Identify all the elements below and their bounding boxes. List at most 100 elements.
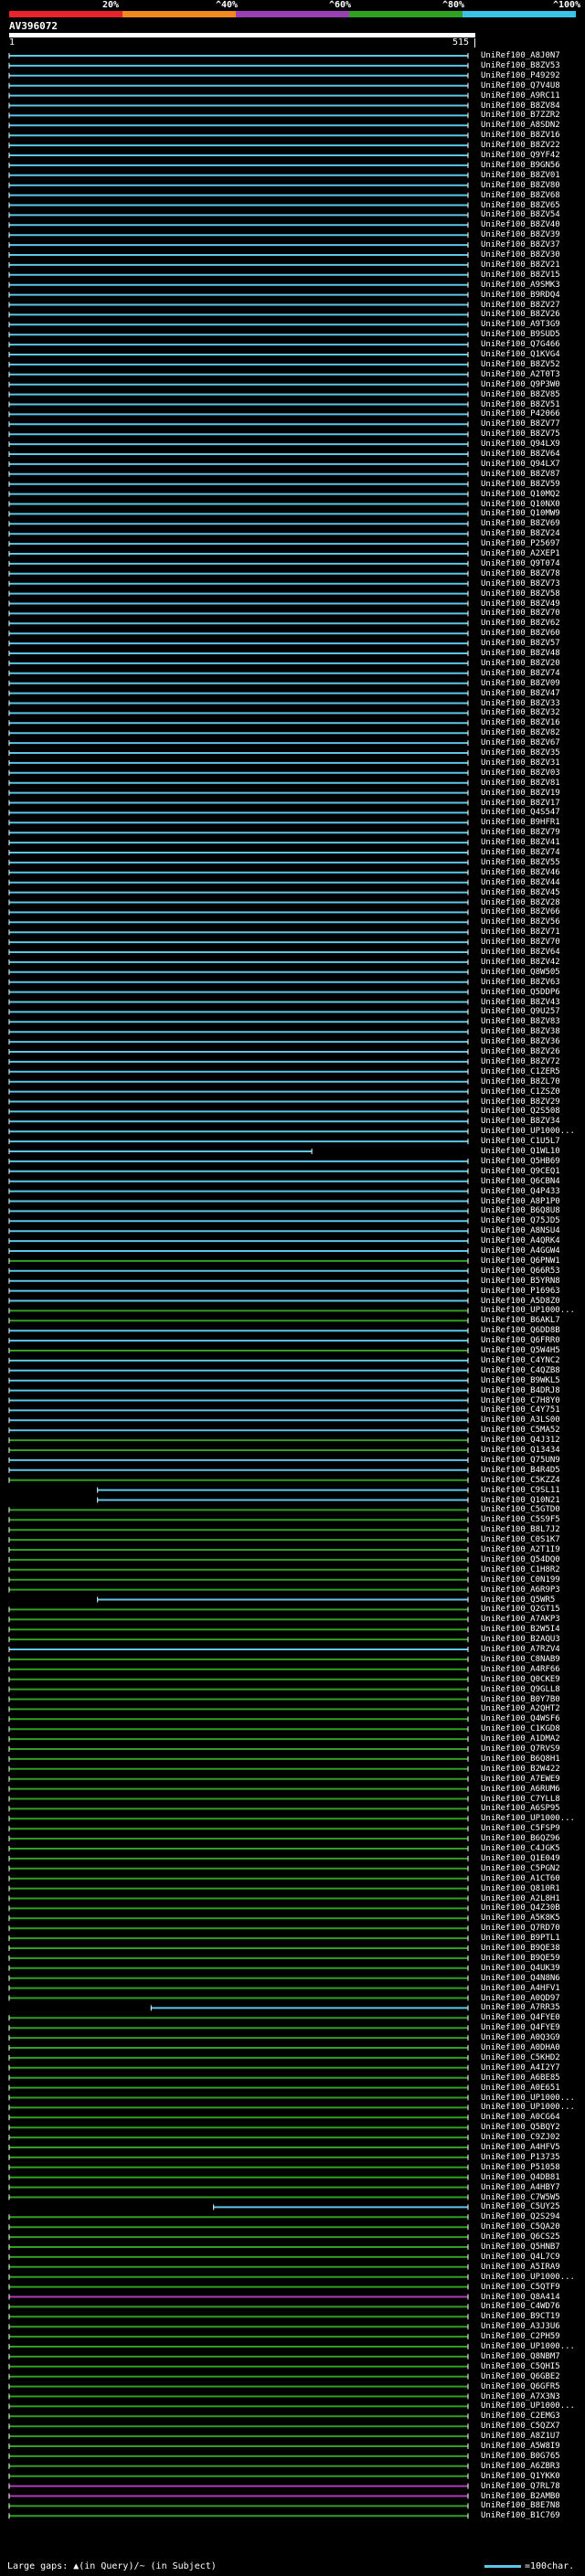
hit-label[interactable]: UniRef100_A8Z1U7 [481, 2432, 560, 2441]
hit-label[interactable]: UniRef100_C1ZSZ0 [481, 1087, 560, 1097]
hit-label[interactable]: UniRef100_B8ZV71 [481, 928, 560, 937]
hit-label[interactable]: UniRef100_Q1KVG4 [481, 350, 560, 359]
hit-label[interactable]: UniRef100_C5GTD0 [481, 1505, 560, 1514]
hit-label[interactable]: UniRef100_A4QRK4 [481, 1236, 560, 1246]
hit-label[interactable]: UniRef100_C4YNC2 [481, 1356, 560, 1365]
hit-label[interactable]: UniRef100_C5QZX7 [481, 2422, 560, 2431]
hit-label[interactable]: UniRef100_A5IRA9 [481, 2263, 560, 2272]
hit-label[interactable]: UniRef100_A0DHA0 [481, 2043, 560, 2052]
hit-label[interactable]: UniRef100_Q6GBE2 [481, 2372, 560, 2381]
hit-label[interactable]: UniRef100_B9GN56 [481, 161, 560, 170]
hit-label[interactable]: UniRef100_Q10MW9 [481, 509, 560, 518]
hit-label[interactable]: UniRef100_B8ZV65 [481, 201, 560, 210]
hit-label[interactable]: UniRef100_Q7RVS9 [481, 1744, 560, 1754]
hit-label[interactable]: UniRef100_A4GGW4 [481, 1246, 560, 1256]
hit-label[interactable]: UniRef100_B8ZV26 [481, 310, 560, 319]
hit-label[interactable]: UniRef100_C7W5W5 [481, 2193, 560, 2202]
hit-label[interactable]: UniRef100_Q7V4U8 [481, 81, 560, 90]
hit-label[interactable]: UniRef100_Q7G466 [481, 340, 560, 349]
hit-label[interactable]: UniRef100_B2W422 [481, 1765, 560, 1774]
hit-label[interactable]: UniRef100_B8ZV15 [481, 270, 560, 280]
hit-label[interactable]: UniRef100_A0QD97 [481, 1994, 560, 2003]
hit-label[interactable]: UniRef100_A8J0N7 [481, 51, 560, 60]
hit-label[interactable]: UniRef100_C4Y751 [481, 1405, 560, 1415]
hit-label[interactable]: UniRef100_A5W8I9 [481, 2442, 560, 2451]
hit-label[interactable]: UniRef100_A9SMK3 [481, 281, 560, 290]
hit-label[interactable]: UniRef100_A3J3U6 [481, 2322, 560, 2331]
hit-label[interactable]: UniRef100_C0S1K7 [481, 1535, 560, 1544]
hit-label[interactable]: UniRef100_A6SP95 [481, 1804, 560, 1813]
hit-label[interactable]: UniRef100_B2AQU3 [481, 1635, 560, 1644]
hit-label[interactable]: UniRef100_Q9CEQ1 [481, 1167, 560, 1176]
hit-label[interactable]: UniRef100_B8ZV80 [481, 181, 560, 190]
hit-label[interactable]: UniRef100_C5QA20 [481, 2222, 560, 2231]
hit-label[interactable]: UniRef100_Q6DD8B [481, 1326, 560, 1335]
hit-label[interactable]: UniRef100_B1C769 [481, 2511, 560, 2520]
hit-label[interactable]: UniRef100_C5KHD2 [481, 2053, 560, 2062]
hit-label[interactable]: UniRef100_P49292 [481, 71, 560, 80]
hit-label[interactable]: UniRef100_B8ZV28 [481, 898, 560, 907]
hit-label[interactable]: UniRef100_Q6CS25 [481, 2232, 560, 2242]
hit-label[interactable]: UniRef100_C5MA52 [481, 1426, 560, 1435]
hit-label[interactable]: UniRef100_B8ZV57 [481, 639, 560, 648]
hit-label[interactable]: UniRef100_Q4P433 [481, 1187, 560, 1196]
hit-label[interactable]: UniRef100_Q0CKE9 [481, 1675, 560, 1684]
hit-label[interactable]: UniRef100_Q1E049 [481, 1854, 560, 1863]
hit-label[interactable]: UniRef100_B8ZV45 [481, 888, 560, 897]
hit-label[interactable]: UniRef100_B8ZV87 [481, 470, 560, 479]
hit-label[interactable]: UniRef100_B8ZV32 [481, 708, 560, 717]
hit-label[interactable]: UniRef100_C5FSP9 [481, 1824, 560, 1833]
hit-label[interactable]: UniRef100_B8ZV72 [481, 1057, 560, 1066]
hit-label[interactable]: UniRef100_Q66R53 [481, 1267, 560, 1276]
hit-label[interactable]: UniRef100_B8ZV60 [481, 629, 560, 638]
hit-label[interactable]: UniRef100_Q4FYE9 [481, 2023, 560, 2032]
hit-label[interactable]: UniRef100_B4R4D5 [481, 1466, 560, 1475]
hit-label[interactable]: UniRef100_B8ZV16 [481, 131, 560, 140]
hit-label[interactable]: UniRef100_Q4FYE0 [481, 2013, 560, 2022]
hit-label[interactable]: UniRef100_B8ZV20 [481, 659, 560, 668]
hit-label[interactable]: UniRef100_B9PTL1 [481, 1934, 560, 1943]
hit-label[interactable]: UniRef100_B8L7J2 [481, 1525, 560, 1534]
hit-label[interactable]: UniRef100_A8P1P0 [481, 1197, 560, 1206]
hit-label[interactable]: UniRef100_B9CT19 [481, 2312, 560, 2321]
hit-label[interactable]: UniRef100_Q5W4H5 [481, 1346, 560, 1355]
hit-label[interactable]: UniRef100_P13735 [481, 2153, 560, 2162]
hit-label[interactable]: UniRef100_B9QE59 [481, 1954, 560, 1963]
hit-label[interactable]: UniRef100_P51058 [481, 2163, 560, 2172]
hit-label[interactable]: UniRef100_Q94LX7 [481, 460, 560, 469]
hit-label[interactable]: UniRef100_Q5WR5 [481, 1595, 555, 1605]
hit-label[interactable]: UniRef100_Q1WL10 [481, 1147, 560, 1156]
hit-label[interactable]: UniRef100_Q6FRR0 [481, 1336, 560, 1345]
hit-label[interactable]: UniRef100_B8ZV84 [481, 101, 560, 111]
hit-label[interactable]: UniRef100_UP1000... [481, 2401, 575, 2411]
hit-label[interactable]: UniRef100_B8ZV58 [481, 589, 560, 599]
hit-label[interactable]: UniRef100_A7RR35 [481, 2003, 560, 2012]
hit-label[interactable]: UniRef100_UP1000... [481, 1814, 575, 1823]
hit-label[interactable]: UniRef100_A1CT60 [481, 1874, 560, 1883]
hit-label[interactable]: UniRef100_A7AKP3 [481, 1615, 560, 1624]
hit-label[interactable]: UniRef100_B8ZV09 [481, 679, 560, 688]
hit-label[interactable]: UniRef100_Q9T074 [481, 559, 560, 568]
hit-label[interactable]: UniRef100_B8ZV42 [481, 958, 560, 967]
hit-label[interactable]: UniRef100_C1ZER5 [481, 1067, 560, 1076]
hit-label[interactable]: UniRef100_Q4Z30B [481, 1903, 560, 1913]
hit-label[interactable]: UniRef100_A4HFV5 [481, 2143, 560, 2152]
hit-label[interactable]: UniRef100_B8ZV64 [481, 450, 560, 459]
hit-label[interactable]: UniRef100_A7EWE9 [481, 1775, 560, 1784]
hit-label[interactable]: UniRef100_B8ZL70 [481, 1077, 560, 1087]
hit-label[interactable]: UniRef100_C5QHI5 [481, 2362, 560, 2371]
hit-label[interactable]: UniRef100_Q94LX9 [481, 440, 560, 449]
hit-label[interactable]: UniRef100_B8ZV46 [481, 868, 560, 877]
hit-label[interactable]: UniRef100_A9RC11 [481, 91, 560, 101]
hit-label[interactable]: UniRef100_B8ZV22 [481, 141, 560, 150]
hit-label[interactable]: UniRef100_B9RDQ4 [481, 291, 560, 300]
hit-label[interactable]: UniRef100_B8ZV70 [481, 938, 560, 947]
hit-label[interactable]: UniRef100_B8ZV56 [481, 917, 560, 927]
hit-label[interactable]: UniRef100_Q4DB81 [481, 2173, 560, 2182]
hit-label[interactable]: UniRef100_Q6PNW1 [481, 1256, 560, 1266]
hit-label[interactable]: UniRef100_C1H8R2 [481, 1565, 560, 1574]
hit-label[interactable]: UniRef100_B8ZV55 [481, 858, 560, 867]
hit-label[interactable]: UniRef100_B8ZV37 [481, 240, 560, 249]
hit-label[interactable]: UniRef100_B8ZV03 [481, 769, 560, 778]
hit-label[interactable]: UniRef100_Q7RL78 [481, 2482, 560, 2491]
